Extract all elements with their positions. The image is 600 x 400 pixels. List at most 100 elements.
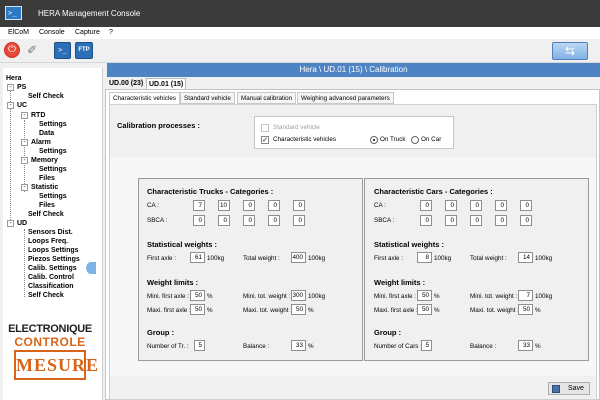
cars-balance-input[interactable]: 33 — [518, 340, 533, 351]
terminal-button[interactable]: >_ — [54, 42, 71, 59]
menu-help[interactable]: ? — [109, 29, 113, 36]
trucks-sbca-1[interactable]: 0 — [193, 215, 205, 226]
cars-sbca-1[interactable]: 0 — [420, 215, 432, 226]
tab-manual-calibration[interactable]: Manual calibration — [237, 92, 297, 104]
tree-node-rtd-data[interactable]: Data — [39, 129, 54, 138]
cars-maxi-tot-weight-input[interactable]: 50 — [518, 304, 533, 315]
tree-node-loops-settings[interactable]: Loops Settings — [28, 246, 79, 255]
percent-unit: % — [308, 343, 314, 350]
cars-maxi-first-axle-label: Maxi. first axle : — [374, 307, 418, 314]
menu-elcom[interactable]: ElCoM — [8, 29, 29, 36]
cars-number-input[interactable]: 5 — [421, 340, 432, 351]
cars-ca-5[interactable]: 0 — [520, 200, 532, 211]
tree-node-statistic-settings[interactable]: Settings — [39, 192, 67, 201]
trucks-mini-tot-weight-unit: 100kg — [308, 293, 326, 300]
cars-categories-title: Characteristic Cars - Categories : — [374, 187, 493, 196]
tree-node-uc-self-check[interactable]: Self Check — [28, 210, 64, 219]
cars-ca-2[interactable]: 0 — [445, 200, 457, 211]
tree-selection-marker — [86, 262, 96, 274]
cars-sbca-5[interactable]: 0 — [520, 215, 532, 226]
trucks-total-weight-input[interactable]: 400 — [291, 252, 306, 263]
trucks-ca-4[interactable]: 0 — [268, 200, 280, 211]
percent-unit: % — [434, 307, 440, 314]
standard-vehicle-checkbox[interactable] — [261, 124, 269, 132]
cars-total-weight-input[interactable]: 14 — [518, 252, 533, 263]
power-icon[interactable]: ⏻ — [4, 42, 20, 58]
tree-node-uc[interactable]: UC — [17, 101, 27, 110]
tree-node-alarm[interactable]: Alarm — [31, 138, 51, 147]
trucks-ca-1[interactable]: 7 — [193, 200, 205, 211]
tab-ud-01[interactable]: UD.01 (15) — [146, 78, 187, 89]
percent-unit: % — [535, 307, 541, 314]
tree-node-memory-settings[interactable]: Settings — [39, 165, 67, 174]
cars-ca-3[interactable]: 0 — [470, 200, 482, 211]
trucks-number-input[interactable]: 5 — [194, 340, 205, 351]
tree-node-ud[interactable]: UD — [17, 219, 27, 228]
cars-maxi-first-axle-input[interactable]: 50 — [417, 304, 432, 315]
tree-toggle-icon[interactable]: - — [21, 184, 28, 191]
trucks-ca-2[interactable]: 10 — [218, 200, 230, 211]
tree-node-calib-control[interactable]: Calib. Control — [28, 273, 74, 282]
logo-line2: CONTROLE — [14, 335, 86, 349]
trucks-mini-first-axle-input[interactable]: 50 — [190, 290, 205, 301]
trucks-ca-5[interactable]: 0 — [293, 200, 305, 211]
tree-node-alarm-settings[interactable]: Settings — [39, 147, 67, 156]
tree-node-ps[interactable]: PS — [17, 83, 26, 92]
on-car-radio[interactable] — [411, 136, 419, 144]
tree-node-ps-self-check[interactable]: Self Check — [28, 92, 64, 101]
tree-toggle-icon[interactable]: - — [21, 139, 28, 146]
tree-node-piezos-settings[interactable]: Piezos Settings — [28, 255, 80, 264]
tab-ud-00[interactable]: UD.00 (23) — [107, 78, 145, 89]
tree-node-classification[interactable]: Classification — [28, 282, 74, 291]
tab-standard-vehicle[interactable]: Standard vehicle — [180, 92, 235, 104]
ftp-button[interactable]: FTP — [75, 42, 93, 59]
tree-root-hera[interactable]: Hera — [6, 74, 22, 83]
tree-toggle-icon[interactable]: - — [21, 112, 28, 119]
tree-node-memory[interactable]: Memory — [31, 156, 58, 165]
trucks-sbca-5[interactable]: 0 — [293, 215, 305, 226]
tree-node-calib-settings[interactable]: Calib. Settings — [28, 264, 77, 273]
percent-unit: % — [434, 293, 440, 300]
tree-toggle-icon[interactable]: - — [7, 84, 14, 91]
connect-icon[interactable]: ✐ — [24, 42, 40, 59]
tab-weighing-advanced-parameters[interactable]: Weighing advanced parameters — [297, 92, 394, 104]
on-truck-radio[interactable] — [370, 136, 378, 144]
tree-node-ud-self-check[interactable]: Self Check — [28, 291, 64, 300]
cars-group-title: Group : — [374, 328, 402, 337]
trucks-sbca-2[interactable]: 0 — [218, 215, 230, 226]
tree-node-statistic[interactable]: Statistic — [31, 183, 58, 192]
trucks-first-axle-input[interactable]: 61 — [190, 252, 205, 263]
tree-node-sensors-dist[interactable]: Sensors Dist. — [28, 228, 73, 237]
trucks-mini-tot-weight-input[interactable]: 300 — [291, 290, 306, 301]
tree-toggle-icon[interactable]: - — [7, 102, 14, 109]
trucks-sbca-3[interactable]: 0 — [243, 215, 255, 226]
menu-console[interactable]: Console — [39, 29, 65, 36]
trucks-ca-3[interactable]: 0 — [243, 200, 255, 211]
window-title: HERA Management Console — [38, 9, 141, 18]
characteristic-vehicles-checkbox[interactable]: ✓ — [261, 136, 269, 144]
cars-ca-1[interactable]: 0 — [420, 200, 432, 211]
cars-mini-first-axle-input[interactable]: 50 — [417, 290, 432, 301]
trucks-sbca-4[interactable]: 0 — [268, 215, 280, 226]
cars-number-label: Number of Cars : — [374, 343, 422, 350]
trucks-mini-tot-weight-label: Mini. tot. weight : — [243, 293, 291, 300]
trucks-maxi-first-axle-input[interactable]: 50 — [190, 304, 205, 315]
tree-node-loops-freq[interactable]: Loops Freq. — [28, 237, 68, 246]
tree-toggle-icon[interactable]: - — [21, 157, 28, 164]
refresh-icon[interactable]: ⇆ — [552, 42, 588, 60]
trucks-balance-input[interactable]: 33 — [291, 340, 306, 351]
cars-sbca-2[interactable]: 0 — [445, 215, 457, 226]
tree-node-statistic-files[interactable]: Files — [39, 201, 55, 210]
cars-ca-4[interactable]: 0 — [495, 200, 507, 211]
tree-node-rtd[interactable]: RTD — [31, 111, 45, 120]
tree-node-rtd-settings[interactable]: Settings — [39, 120, 67, 129]
cars-sbca-4[interactable]: 0 — [495, 215, 507, 226]
cars-first-axle-input[interactable]: 8 — [417, 252, 432, 263]
menu-capture[interactable]: Capture — [75, 29, 100, 36]
trucks-maxi-tot-weight-input[interactable]: 50 — [291, 304, 306, 315]
save-button[interactable]: Save — [548, 382, 590, 395]
tree-toggle-icon[interactable]: - — [7, 220, 14, 227]
cars-sbca-3[interactable]: 0 — [470, 215, 482, 226]
tree-node-memory-files[interactable]: Files — [39, 174, 55, 183]
cars-mini-tot-weight-input[interactable]: 7 — [518, 290, 533, 301]
